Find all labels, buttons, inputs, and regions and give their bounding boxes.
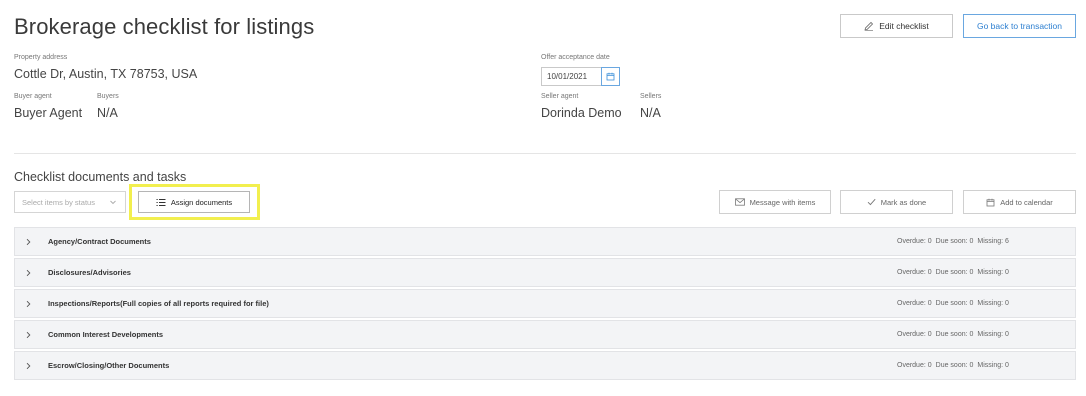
due-soon-count: Due soon: 0 <box>935 362 974 369</box>
seller-agent-label: Seller agent <box>541 93 579 100</box>
checklist-group-row[interactable]: Escrow/Closing/Other Documents Overdue: … <box>14 351 1076 380</box>
offer-date-value[interactable]: 10/01/2021 <box>542 68 601 85</box>
page-title: Brokerage checklist for listings <box>14 14 315 39</box>
group-stats: Overdue: 0 Due soon: 0 Missing: 0 <box>897 362 1009 369</box>
go-back-button[interactable]: Go back to transaction <box>963 14 1076 38</box>
group-label: Escrow/Closing/Other Documents <box>48 361 170 370</box>
due-soon-count: Due soon: 0 <box>935 238 974 245</box>
overdue-count: Overdue: 0 <box>897 269 932 276</box>
edit-checklist-label: Edit checklist <box>879 21 929 31</box>
add-to-calendar-label: Add to calendar <box>1000 197 1053 207</box>
due-soon-count: Due soon: 0 <box>935 269 974 276</box>
group-label: Disclosures/Advisories <box>48 268 131 277</box>
buyer-agent-value: Buyer Agent <box>14 106 83 120</box>
checklist-title: Checklist documents and tasks <box>14 170 187 184</box>
checklist-group-row[interactable]: Agency/Contract Documents Overdue: 0 Due… <box>14 227 1076 256</box>
chevron-down-icon <box>110 200 116 205</box>
assign-documents-button[interactable]: Assign documents <box>138 191 250 213</box>
message-with-items-button[interactable]: Message with items <box>719 190 831 214</box>
mark-as-done-label: Mark as done <box>880 197 927 207</box>
missing-count: Missing: 0 <box>977 269 1009 276</box>
group-label: Inspections/Reports(Full copies of all r… <box>48 299 269 308</box>
missing-count: Missing: 0 <box>977 300 1009 307</box>
checklist-group-row[interactable]: Inspections/Reports(Full copies of all r… <box>14 289 1076 318</box>
buyers-label: Buyers <box>97 93 119 100</box>
overdue-count: Overdue: 0 <box>897 362 932 369</box>
checklist-group-row[interactable]: Common Interest Developments Overdue: 0 … <box>14 320 1076 349</box>
checklist-group-row[interactable]: Disclosures/Advisories Overdue: 0 Due so… <box>14 258 1076 287</box>
edit-checklist-button[interactable]: Edit checklist <box>840 14 953 38</box>
chevron-right-icon[interactable] <box>24 269 32 277</box>
sellers-value: N/A <box>640 106 661 120</box>
chevron-right-icon[interactable] <box>24 331 32 339</box>
assign-documents-label: Assign documents <box>170 197 233 207</box>
message-with-items-label: Message with items <box>749 197 816 207</box>
calendar-icon <box>606 72 615 81</box>
edit-icon <box>864 21 874 31</box>
go-back-label: Go back to transaction <box>976 21 1063 31</box>
checkmark-icon <box>867 198 876 206</box>
overdue-count: Overdue: 0 <box>897 331 932 338</box>
section-divider <box>14 153 1076 154</box>
seller-agent-value: Dorinda Demo <box>541 106 622 120</box>
overdue-count: Overdue: 0 <box>897 238 932 245</box>
due-soon-count: Due soon: 0 <box>935 300 974 307</box>
calendar-icon <box>986 198 995 206</box>
chevron-right-icon[interactable] <box>24 300 32 308</box>
status-filter-select[interactable]: Select items by status <box>14 191 126 213</box>
group-stats: Overdue: 0 Due soon: 0 Missing: 0 <box>897 300 1009 307</box>
buyer-agent-label: Buyer agent <box>14 93 52 100</box>
group-stats: Overdue: 0 Due soon: 0 Missing: 6 <box>897 238 1009 245</box>
missing-count: Missing: 0 <box>977 362 1009 369</box>
list-icon <box>156 198 166 206</box>
add-to-calendar-button[interactable]: Add to calendar <box>963 190 1076 214</box>
chevron-right-icon[interactable] <box>24 362 32 370</box>
due-soon-count: Due soon: 0 <box>935 331 974 338</box>
sellers-label: Sellers <box>640 93 662 100</box>
date-picker-button[interactable] <box>601 67 620 86</box>
overdue-count: Overdue: 0 <box>897 300 932 307</box>
checklist-groups: Agency/Contract Documents Overdue: 0 Due… <box>14 227 1076 382</box>
group-label: Common Interest Developments <box>48 330 164 339</box>
group-stats: Overdue: 0 Due soon: 0 Missing: 0 <box>897 269 1009 276</box>
envelope-icon <box>734 198 745 206</box>
missing-count: Missing: 0 <box>977 331 1009 338</box>
property-address-label: Property address <box>14 54 68 61</box>
offer-date-label: Offer acceptance date <box>541 54 610 61</box>
missing-count: Missing: 6 <box>977 238 1009 245</box>
property-address-value: Cottle Dr, Austin, TX 78753, USA <box>14 67 198 81</box>
buyers-value: N/A <box>97 106 118 120</box>
status-filter-placeholder: Select items by status <box>22 197 95 207</box>
mark-as-done-button[interactable]: Mark as done <box>840 190 953 214</box>
chevron-right-icon[interactable] <box>24 238 32 246</box>
offer-date-field[interactable]: 10/01/2021 <box>541 67 620 86</box>
group-label: Agency/Contract Documents <box>48 237 151 246</box>
group-stats: Overdue: 0 Due soon: 0 Missing: 0 <box>897 331 1009 338</box>
